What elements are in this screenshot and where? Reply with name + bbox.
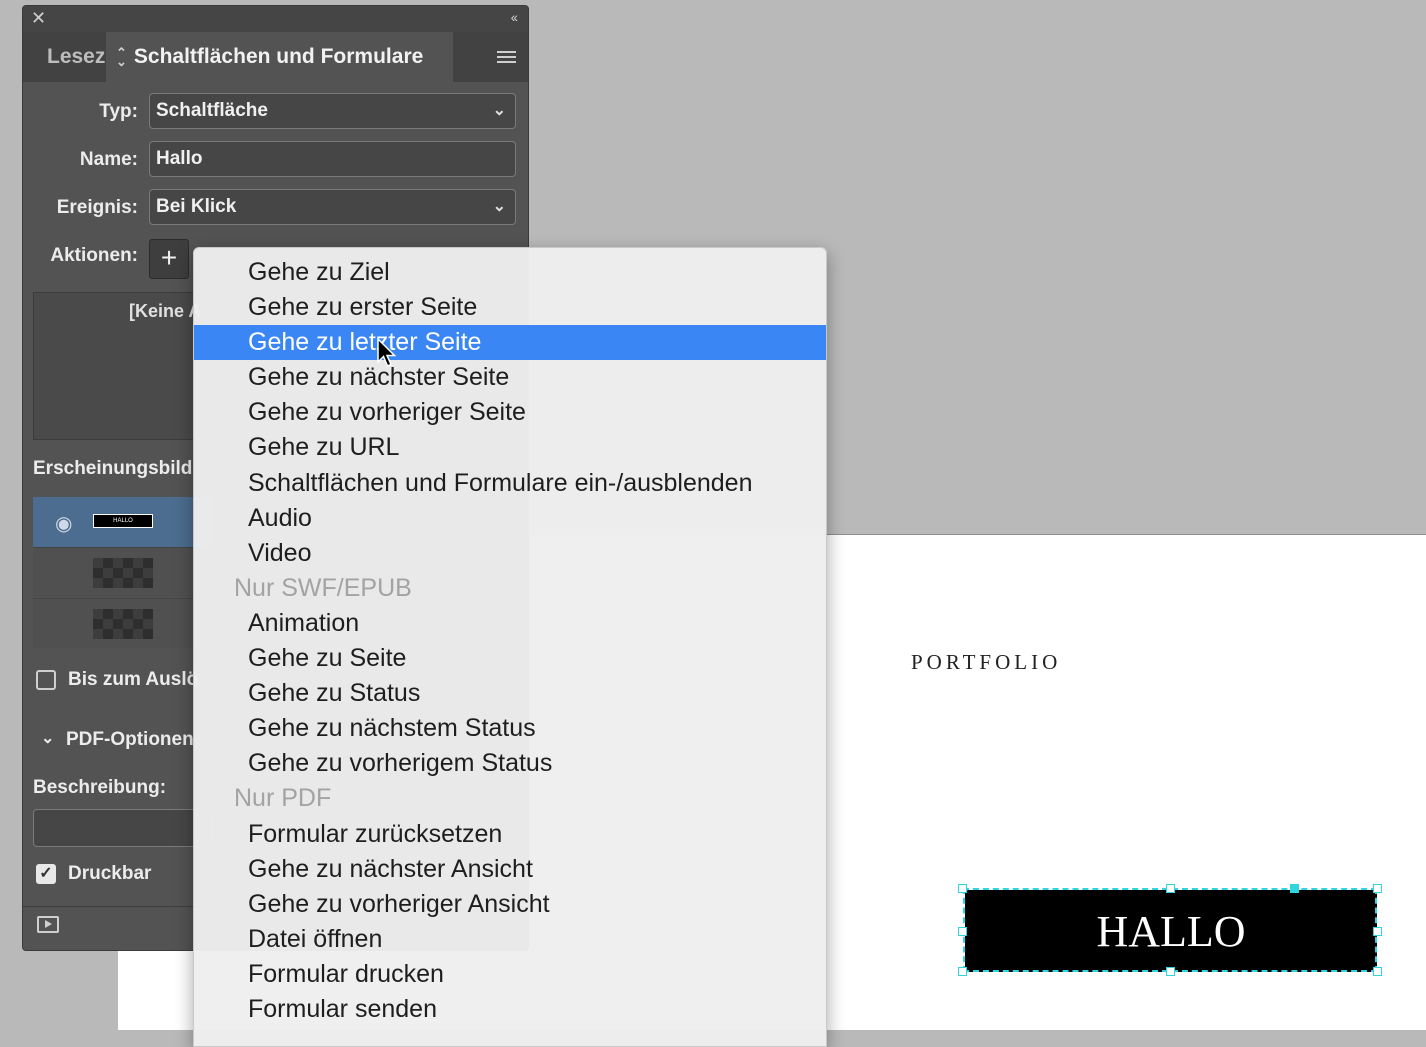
preview-icon[interactable]: [37, 916, 59, 933]
description-label: Beschreibung:: [33, 777, 167, 798]
pdf-options-label[interactable]: PDF-Optionen: [66, 729, 194, 751]
empty-appearance-thumbnail: [93, 558, 153, 588]
chevron-down-icon: ⌄: [492, 198, 506, 215]
type-select-value: Schaltfläche: [156, 100, 268, 121]
menu-item[interactable]: Gehe zu vorheriger Seite: [194, 395, 826, 430]
chevron-down-icon[interactable]: ⌄: [41, 728, 54, 748]
selection-handle[interactable]: [1373, 884, 1382, 893]
panel-tabs: Lesez ⌃ ⌄ Schaltflächen und Formulare: [23, 32, 528, 82]
selection-handle[interactable]: [1166, 884, 1175, 893]
menu-item[interactable]: Gehe zu Seite: [194, 641, 826, 676]
event-select-value: Bei Klick: [156, 196, 237, 217]
collapse-icon[interactable]: ‹‹: [511, 9, 518, 25]
printable-checkbox[interactable]: ✓: [36, 864, 56, 884]
name-field-value: Hallo: [156, 148, 203, 169]
updown-arrows-icon: ⌃ ⌄: [116, 45, 127, 69]
panel-title-bar: ✕ ‹‹: [23, 6, 528, 32]
menu-item[interactable]: Schaltflächen und Formulare ein-/ausblen…: [194, 466, 826, 501]
menu-item[interactable]: Formular senden: [194, 992, 826, 1027]
menu-item[interactable]: Video: [194, 536, 826, 571]
printable-label: Druckbar: [68, 863, 152, 884]
menu-list: Gehe zu Ziel Gehe zu erster Seite Gehe zu …: [194, 255, 826, 1027]
selection-handle[interactable]: [1373, 927, 1382, 936]
event-select[interactable]: Bei Klick ⌄: [149, 189, 516, 225]
menu-item[interactable]: Formular drucken: [194, 957, 826, 992]
menu-item[interactable]: Gehe zu nächster Ansicht: [194, 852, 826, 887]
menu-item[interactable]: Gehe zu erster Seite: [194, 290, 826, 325]
page-heading: PORTFOLIO: [911, 650, 1062, 674]
name-field[interactable]: Hallo: [149, 141, 516, 177]
tab-buttons-forms[interactable]: ⌃ ⌄ Schaltflächen und Formulare: [106, 32, 453, 82]
appearance-label: Erscheinungsbild: [33, 458, 193, 479]
event-label: Ereignis:: [56, 197, 138, 218]
empty-appearance-thumbnail: [93, 609, 153, 639]
chevron-down-icon: ⌄: [492, 102, 506, 119]
type-select[interactable]: Schaltfläche ⌄: [149, 93, 516, 129]
description-field[interactable]: [33, 809, 213, 847]
selection-frame: [963, 888, 1377, 972]
appearance-thumbnail: HALLO: [93, 514, 153, 528]
close-icon[interactable]: ✕: [31, 8, 46, 29]
add-action-button[interactable]: +: [149, 239, 189, 279]
menu-item[interactable]: Gehe zu letzter Seite: [194, 325, 826, 361]
menu-item[interactable]: Formular zurücksetzen: [194, 817, 826, 852]
menu-item[interactable]: Gehe zu URL: [194, 430, 826, 465]
hide-until-checkbox[interactable]: [36, 670, 56, 690]
menu-section-header: Nur SWF/EPUB: [234, 573, 412, 602]
hide-until-label: Bis zum Auslö: [68, 669, 199, 690]
panel-menu-icon[interactable]: [497, 51, 516, 66]
menu-item[interactable]: Gehe zu nächster Seite: [194, 360, 826, 395]
type-label: Typ:: [99, 101, 138, 122]
tab-bookmarks[interactable]: Lesez: [47, 45, 105, 69]
menu-section-header: Nur PDF: [234, 784, 332, 813]
actions-empty-text: [Keine A: [129, 301, 202, 321]
appearance-click-row[interactable]: [33, 598, 213, 648]
actions-dropdown-menu: Gehe zu Ziel Gehe zu erster Seite Gehe zu …: [193, 247, 827, 1047]
name-label: Name:: [79, 149, 138, 170]
menu-item[interactable]: Gehe zu Ziel: [194, 255, 826, 290]
appearance-rollover-row[interactable]: [33, 547, 213, 597]
menu-item[interactable]: Gehe zu Status: [194, 676, 826, 711]
menu-item[interactable]: Datei öffnen: [194, 922, 826, 957]
menu-item[interactable]: Gehe zu vorheriger Ansicht: [194, 887, 826, 922]
actions-label: Aktionen:: [50, 245, 138, 266]
eye-icon[interactable]: ◉: [55, 511, 72, 536]
selection-handle[interactable]: [958, 927, 967, 936]
selection-handle[interactable]: [958, 967, 967, 976]
selection-handle[interactable]: [1166, 967, 1175, 976]
selection-handle[interactable]: [1290, 884, 1299, 893]
menu-item[interactable]: Gehe zu nächstem Status: [194, 711, 826, 746]
menu-item[interactable]: Audio: [194, 501, 826, 536]
tab-buttons-forms-label: Schaltflächen und Formulare: [133, 45, 424, 68]
selection-handle[interactable]: [958, 884, 967, 893]
menu-item[interactable]: Gehe zu vorherigem Status: [194, 746, 826, 781]
menu-item[interactable]: Animation: [194, 606, 826, 641]
selection-handle[interactable]: [1373, 967, 1382, 976]
appearance-normal-row[interactable]: ◉ HALLO: [33, 497, 213, 547]
